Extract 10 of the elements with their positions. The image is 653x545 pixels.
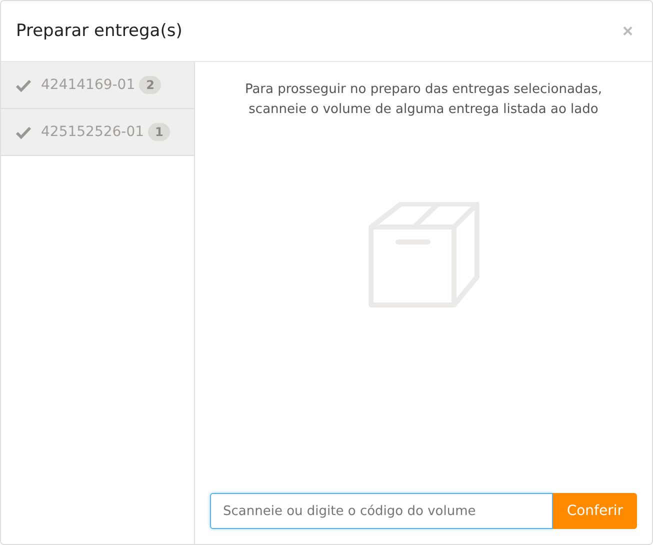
delivery-item[interactable]: 425152526-01 1 (1, 109, 194, 156)
count-badge: 1 (148, 123, 170, 141)
box-icon (368, 202, 480, 308)
delivery-item[interactable]: 42414169-01 2 (1, 62, 194, 109)
volume-code-field[interactable]: Scanneie ou digite o código do volume (210, 493, 553, 529)
dialog-title: Preparar entrega(s) (16, 21, 182, 41)
count-badge: 2 (139, 76, 162, 94)
check-button[interactable]: Conferir (552, 493, 637, 529)
instruction-text: Para prosseguir no preparo das entregas selecionadas, scanneie o volume de alguma entrega listada ao lado (244, 81, 604, 119)
close-button[interactable]: × (618, 20, 637, 42)
